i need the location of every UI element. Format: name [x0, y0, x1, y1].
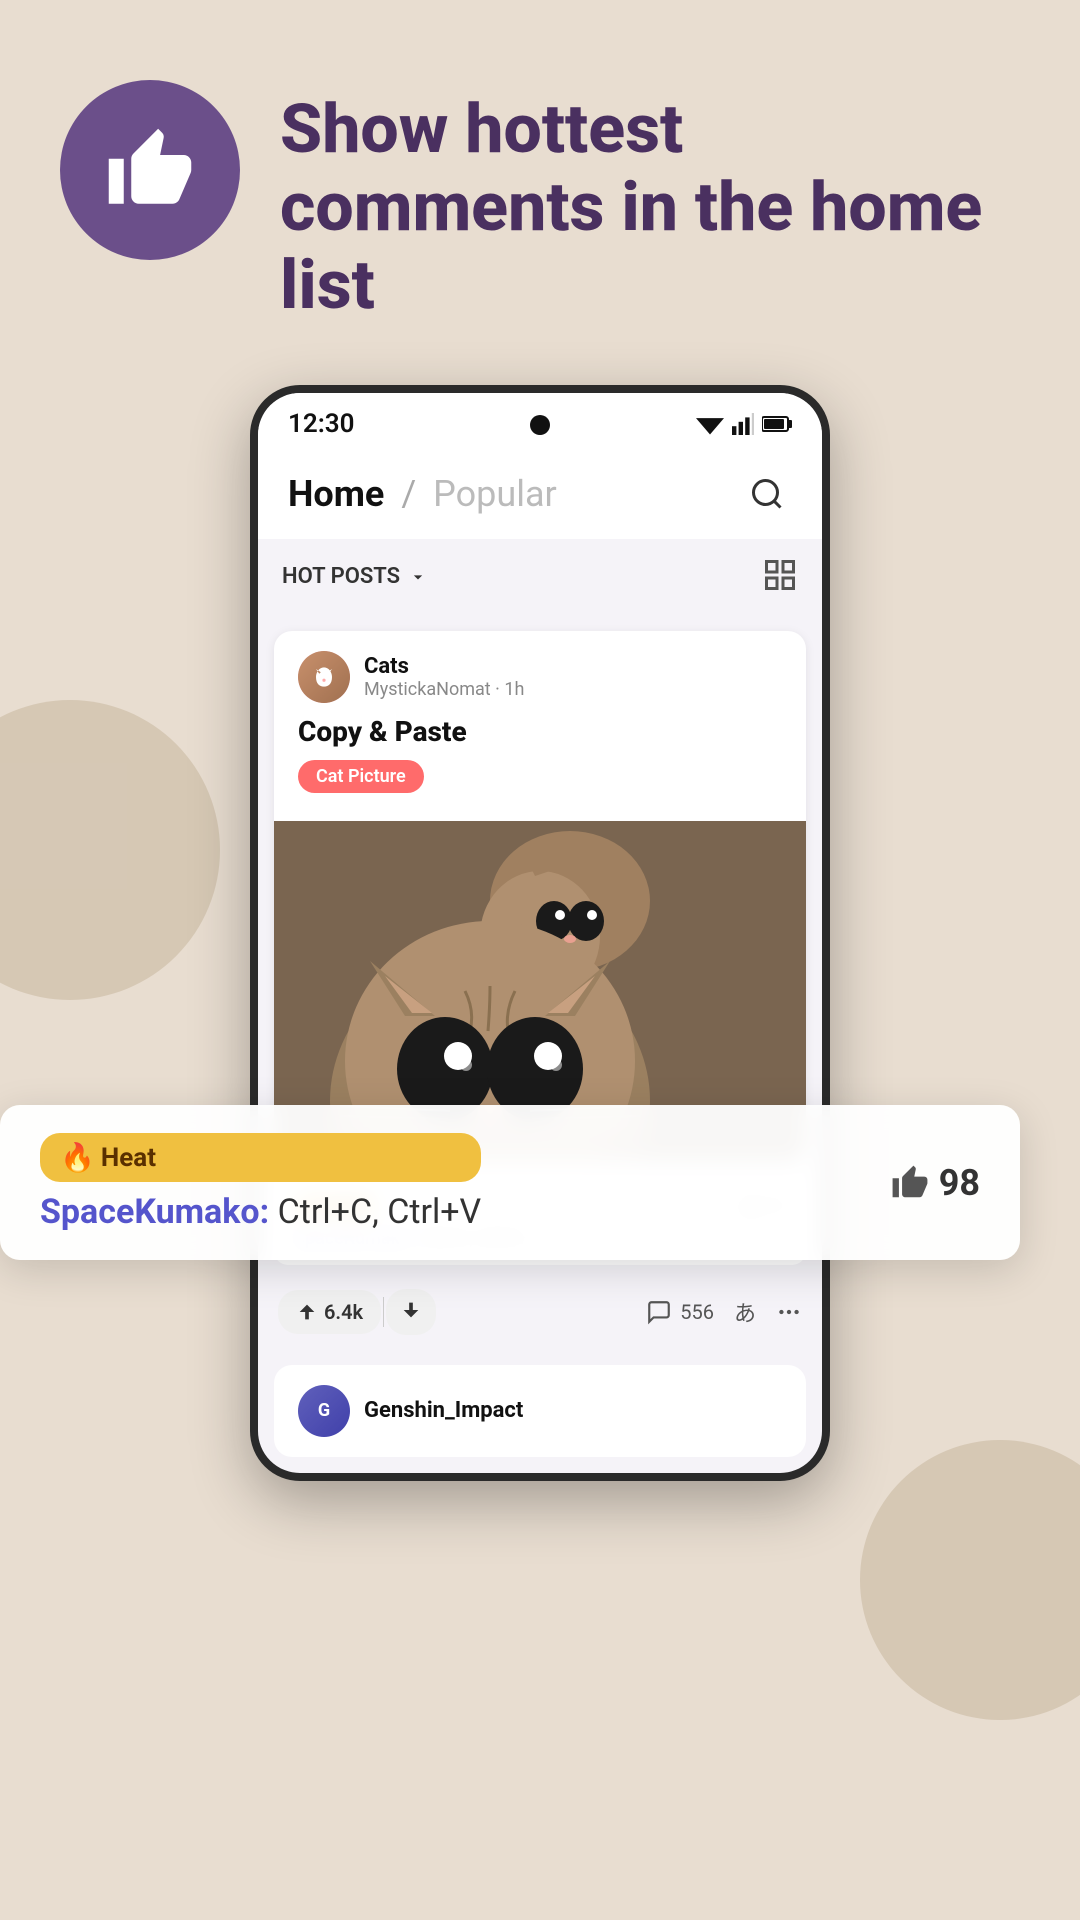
community-avatar-icon — [308, 661, 340, 693]
status-icons — [696, 413, 792, 435]
comment-button[interactable]: 556 — [646, 1299, 714, 1325]
post-time: · — [495, 679, 504, 700]
avatar — [298, 651, 350, 703]
status-bar: 12:30 — [258, 393, 822, 449]
thumbs-up-icon — [105, 125, 195, 215]
comment-icon — [646, 1299, 672, 1325]
header-title: Show hottest comments in the home list — [280, 80, 1020, 325]
camera-dot — [530, 415, 550, 435]
nav-title: Home / Popular — [288, 473, 557, 515]
downvote-icon — [400, 1299, 422, 1321]
post-title: Copy & Paste — [298, 715, 782, 748]
upvote-count: 6.4k — [324, 1300, 363, 1324]
phone-frame: 12:30 — [250, 385, 830, 1481]
upvote-icon — [296, 1301, 318, 1323]
next-post-preview: G Genshin_Impact — [274, 1365, 806, 1457]
layout-icon — [762, 557, 798, 593]
nav-primary: Home — [288, 473, 384, 515]
post-meta: Cats MystickaNomat · 1h — [298, 651, 782, 703]
font-icon: あ — [734, 1296, 756, 1328]
nav-secondary: Popular — [433, 473, 557, 515]
font-button[interactable]: あ — [734, 1296, 756, 1328]
thumbs-up-icon-circle — [60, 80, 240, 260]
app-nav-header: Home / Popular — [258, 449, 822, 539]
comment-count: 556 — [680, 1300, 714, 1324]
hot-posts-filter[interactable]: HOT POSTS — [282, 564, 428, 589]
more-icon — [776, 1299, 802, 1325]
heat-label-large: Heat — [101, 1143, 156, 1173]
user-time: MystickaNomat · 1h — [364, 679, 524, 700]
header-section: Show hottest comments in the home list — [0, 0, 1080, 385]
community-name[interactable]: Cats — [364, 654, 524, 679]
time-ago: 1h — [504, 679, 524, 700]
floating-comment-content: 🔥 Heat SpaceKumako: Ctrl+C, Ctrl+V — [40, 1133, 481, 1232]
battery-icon — [762, 413, 792, 435]
more-button[interactable] — [776, 1299, 802, 1325]
floating-commenter-name: SpaceKumako: — [40, 1192, 269, 1232]
comment-text-large: SpaceKumako: Ctrl+C, Ctrl+V — [40, 1192, 481, 1232]
wifi-icon — [696, 413, 724, 435]
floating-comment-body: Ctrl+C, Ctrl+V — [278, 1192, 482, 1232]
vote-divider — [383, 1297, 384, 1327]
username: MystickaNomat — [364, 679, 491, 700]
upvote-button[interactable]: 6.4k — [278, 1290, 381, 1334]
search-button[interactable] — [742, 469, 792, 519]
hot-posts-label: HOT POSTS — [282, 564, 400, 589]
floating-like-count: 98 — [891, 1162, 980, 1204]
fire-emoji-large: 🔥 — [60, 1141, 95, 1174]
post-meta-text: Cats MystickaNomat · 1h — [364, 654, 524, 700]
next-avatar-letter: G — [318, 1400, 330, 1421]
next-post-avatar: G — [298, 1385, 350, 1437]
nav-separator: / — [401, 473, 416, 515]
next-post-community: Genshin_Impact — [364, 1398, 523, 1423]
status-time: 12:30 — [288, 409, 355, 439]
post-actions: 6.4k 556 あ — [258, 1275, 822, 1349]
signal-icon — [732, 413, 754, 435]
downvote-button[interactable] — [386, 1289, 436, 1335]
like-icon-large — [891, 1164, 929, 1202]
floating-like-number: 98 — [939, 1162, 980, 1204]
post-header: Cats MystickaNomat · 1h Copy & Paste Cat… — [274, 631, 806, 821]
post-actions-right: 556 あ — [646, 1296, 802, 1328]
search-icon — [749, 476, 785, 512]
post-tag[interactable]: Cat Picture — [298, 760, 424, 793]
heat-badge-large: 🔥 Heat — [40, 1133, 481, 1182]
bg-decoration-right — [860, 1440, 1080, 1720]
chevron-down-icon — [408, 567, 428, 587]
phone-wrapper: 12:30 — [0, 385, 1080, 1481]
layout-toggle[interactable] — [762, 557, 798, 597]
post-card: Cats MystickaNomat · 1h Copy & Paste Cat… — [274, 631, 806, 1161]
filter-bar: HOT POSTS — [258, 539, 822, 615]
floating-comment-overlay: 🔥 Heat SpaceKumako: Ctrl+C, Ctrl+V 98 — [0, 1105, 1020, 1260]
